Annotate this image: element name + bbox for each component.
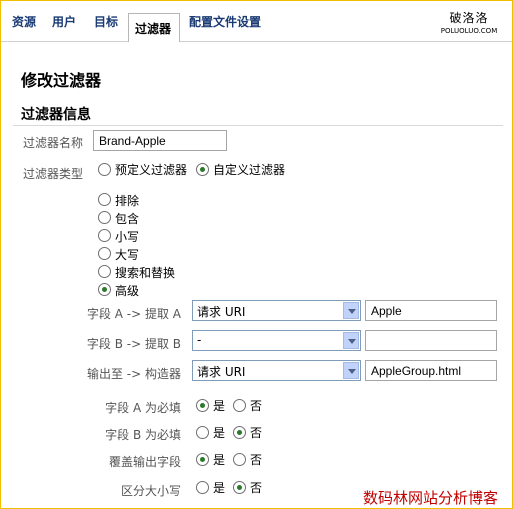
field-b-required-yes-radio[interactable] [196,426,209,439]
lowercase-label: 小写 [115,230,140,244]
section-divider [13,125,503,126]
field-a-label: 字段 A -> 提取 A [86,307,181,321]
radio-include[interactable] [98,211,111,224]
field-b-input[interactable] [365,330,497,351]
radio-advanced[interactable] [98,283,111,296]
section-title: 过滤器信息 [21,107,91,123]
field-b-required-no-radio[interactable] [233,426,246,439]
logo-subtitle: POLUOLUO.COM [440,27,498,35]
predefined-filter-label: 预定义过滤器 [115,163,188,177]
top-navigation: 资源 用户 目标 过滤器 配置文件设置 破洛洛 POLUOLUO.COM [1,1,512,42]
override-output-no-radio[interactable] [233,453,246,466]
chevron-down-icon[interactable] [343,332,359,349]
field-b-select-value: - [197,333,202,347]
yes-label: 是 [213,399,226,413]
radio-custom-filter[interactable] [196,163,209,176]
radio-uppercase[interactable] [98,247,111,260]
yes-label: 是 [213,481,226,495]
case-sensitive-no-radio[interactable] [233,481,246,494]
chevron-down-icon[interactable] [343,362,359,379]
tab-filters[interactable]: 过滤器 [128,13,180,42]
custom-filter-label: 自定义过滤器 [213,163,286,177]
watermark-text: 数码林网站分析博客 [363,489,499,507]
field-b-label: 字段 B -> 提取 B [86,337,181,351]
no-label: 否 [250,426,263,440]
output-select-value: 请求 URI [197,365,246,379]
tab-filters-label: 过滤器 [135,22,172,36]
output-input[interactable] [365,360,497,381]
field-a-select-value: 请求 URI [197,305,246,319]
page-title: 修改过滤器 [21,71,102,90]
case-sensitive-label: 区分大小写 [120,484,181,498]
include-label: 包含 [115,212,140,226]
field-a-select[interactable]: 请求 URI [192,300,361,321]
filter-name-input[interactable] [93,130,227,151]
search-replace-label: 搜索和替换 [115,266,176,280]
site-logo: 破洛洛 POLUOLUO.COM [433,9,505,35]
advanced-label: 高级 [115,284,140,298]
field-a-input[interactable] [365,300,497,321]
uppercase-label: 大写 [115,248,140,262]
no-label: 否 [250,399,263,413]
output-label: 输出至 -> 构造器 [86,367,181,381]
logo-title: 破洛洛 [449,11,489,25]
no-label: 否 [250,453,263,467]
yes-label: 是 [213,426,226,440]
field-a-required-no-radio[interactable] [233,399,246,412]
field-b-select[interactable]: - [192,330,361,351]
tab-users[interactable]: 用户 [52,13,76,30]
chevron-down-icon[interactable] [343,302,359,319]
tab-profile-settings[interactable]: 配置文件设置 [189,13,261,30]
radio-predefined-filter[interactable] [98,163,111,176]
case-sensitive-yes-radio[interactable] [196,481,209,494]
field-b-required-label: 字段 B 为必填 [105,428,181,442]
tab-resources[interactable]: 资源 [12,13,36,30]
override-output-label: 覆盖输出字段 [108,455,181,469]
radio-exclude[interactable] [98,193,111,206]
radio-search-replace[interactable] [98,265,111,278]
filter-name-label: 过滤器名称 [23,136,84,150]
filter-editor-window: 资源 用户 目标 过滤器 配置文件设置 破洛洛 POLUOLUO.COM 修改过… [0,0,513,509]
field-a-required-yes-radio[interactable] [196,399,209,412]
tab-goals[interactable]: 目标 [94,13,118,30]
radio-lowercase[interactable] [98,229,111,242]
exclude-label: 排除 [115,194,140,208]
output-select[interactable]: 请求 URI [192,360,361,381]
filter-type-label: 过滤器类型 [23,167,84,181]
yes-label: 是 [213,453,226,467]
field-a-required-label: 字段 A 为必填 [105,401,181,415]
no-label: 否 [250,481,263,495]
override-output-yes-radio[interactable] [196,453,209,466]
